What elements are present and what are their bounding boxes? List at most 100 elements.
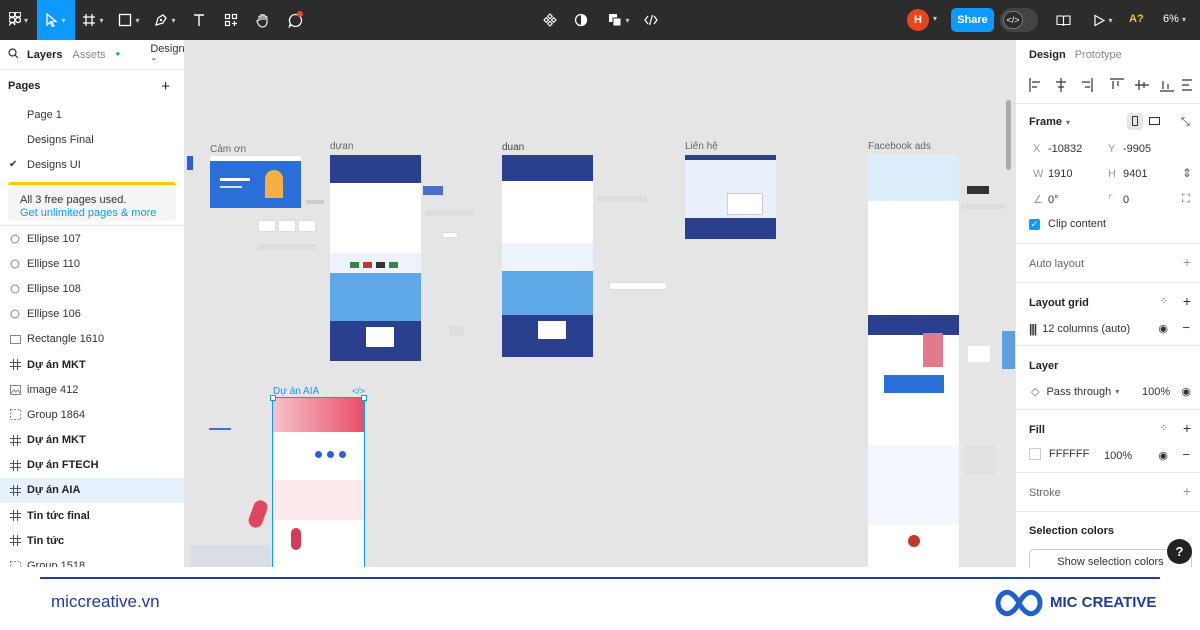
tab-prototype[interactable]: Prototype <box>1075 49 1122 61</box>
blend-mode-select[interactable]: Pass through <box>1046 386 1111 398</box>
layer-item[interactable]: Tin tức <box>0 528 184 553</box>
layer-item[interactable]: Rectangle 1610 <box>0 327 184 352</box>
mask-button[interactable] <box>570 0 592 40</box>
layer-item[interactable]: Dự án FTECH <box>0 453 184 478</box>
frame-label-du-an-aia[interactable]: Dự án AIA <box>273 386 319 397</box>
fill-swatch[interactable] <box>1029 448 1041 460</box>
dev-code-button[interactable] <box>640 0 662 40</box>
layer-item[interactable]: Dự án AIA <box>0 477 184 504</box>
portrait-button[interactable] <box>1127 113 1143 130</box>
frame-label-facebook-ads[interactable]: Facebook ads <box>868 141 931 152</box>
remove-fill-icon[interactable]: − <box>1182 447 1190 462</box>
eye-icon[interactable]: ◉ <box>1181 385 1191 398</box>
pen-tool-button[interactable]: ▾ <box>147 0 183 40</box>
chevron-down-icon[interactable]: ▾ <box>933 14 937 23</box>
independent-corners-icon[interactable]: ⛶ <box>1182 193 1190 206</box>
y-input[interactable]: -9905 <box>1123 143 1151 155</box>
add-auto-layout-icon[interactable]: + <box>1183 254 1191 270</box>
frame-duan-2[interactable] <box>502 155 593 357</box>
add-grid-icon[interactable]: + <box>1183 293 1191 309</box>
user-avatar[interactable]: H <box>907 9 929 31</box>
layer-item[interactable]: Dự án MKT <box>0 428 184 453</box>
frame-cam-on[interactable] <box>210 156 301 208</box>
clip-content-checkbox[interactable]: ✓ <box>1029 218 1040 230</box>
layer-item[interactable]: Group 1518 <box>0 553 184 567</box>
layer-item[interactable]: Ellipse 110 <box>0 251 184 276</box>
frame-facebook-ads[interactable] <box>868 155 959 567</box>
hand-icon <box>256 13 270 28</box>
main-menu-button[interactable]: ▾ <box>0 0 37 40</box>
fill-styles-icon[interactable]: ⁘ <box>1160 423 1168 434</box>
frame-tool-button[interactable]: ▾ <box>75 0 111 40</box>
rotation-input[interactable]: 0° <box>1048 194 1059 206</box>
add-fill-icon[interactable]: + <box>1183 420 1191 436</box>
library-button[interactable] <box>1052 0 1074 40</box>
share-button[interactable]: Share <box>951 8 994 32</box>
page-dropdown[interactable]: Designs... ⌃ <box>150 43 184 67</box>
footer-brand: MIC CREATIVE <box>1050 594 1157 611</box>
frame-label-cam-on[interactable]: Cảm ơn <box>210 144 246 155</box>
grid-value[interactable]: 12 columns (auto) <box>1042 323 1130 335</box>
layer-title: Layer <box>1029 360 1059 372</box>
add-stroke-icon[interactable]: + <box>1183 483 1191 499</box>
tab-design[interactable]: Design <box>1029 49 1066 61</box>
upgrade-link[interactable]: Get unlimited pages & more <box>20 207 176 220</box>
constrain-proportions-icon[interactable]: ⇕ <box>1182 166 1192 180</box>
eye-icon[interactable]: ◉ <box>1158 322 1168 335</box>
canvas-annotation <box>209 428 231 430</box>
component-button[interactable] <box>538 0 562 40</box>
layer-label: Ellipse 106 <box>27 308 81 321</box>
layer-item[interactable]: Group 1864 <box>0 402 184 427</box>
layer-item[interactable]: Ellipse 106 <box>0 302 184 327</box>
fill-opacity-input[interactable]: 100% <box>1104 450 1132 462</box>
layer-item[interactable]: Tin tức final <box>0 503 184 528</box>
page-item-designs-final[interactable]: Designs Final <box>0 127 184 152</box>
columns-icon[interactable]: ||| <box>1029 322 1037 336</box>
radius-input[interactable]: 0 <box>1123 194 1129 206</box>
hand-tool-button[interactable] <box>247 0 279 40</box>
help-button[interactable]: ? <box>1167 539 1192 564</box>
text-tool-button[interactable] <box>183 0 215 40</box>
frame-label-duan-2[interactable]: duan <box>502 142 524 153</box>
tab-assets[interactable]: Assets ● <box>72 49 130 61</box>
layer-opacity-input[interactable]: 100% <box>1142 386 1170 398</box>
tab-layers[interactable]: Layers <box>27 49 62 61</box>
boolean-button[interactable]: ▾ <box>604 0 634 40</box>
width-input[interactable]: 1910 <box>1048 168 1072 180</box>
canvas[interactable]: Cảm ơn dựan duan Liên hệ Facebook ads Dự… <box>185 40 1015 567</box>
fill-hex-input[interactable]: FFFFFF <box>1049 448 1089 460</box>
ai-button[interactable]: A? <box>1129 13 1144 25</box>
frame-lien-he[interactable] <box>685 155 776 239</box>
landscape-icon[interactable] <box>1149 117 1160 125</box>
resize-to-fit-icon[interactable]: ⤡ <box>1181 116 1190 129</box>
frame-label-lien-he[interactable]: Liên hệ <box>685 141 718 152</box>
present-button[interactable]: ▾ <box>1090 0 1116 40</box>
dev-mode-toggle[interactable]: </> <box>1000 8 1038 32</box>
canvas-scrollbar[interactable] <box>1006 100 1011 170</box>
zoom-level[interactable]: 6% ▾ <box>1163 13 1186 25</box>
eye-icon[interactable]: ◉ <box>1158 449 1168 462</box>
align-icons[interactable] <box>1029 78 1199 92</box>
height-input[interactable]: 9401 <box>1123 168 1147 180</box>
x-input[interactable]: -10832 <box>1048 143 1082 155</box>
resources-button[interactable] <box>215 0 247 40</box>
add-page-icon[interactable]: + <box>161 78 170 95</box>
frame-du-an-aia[interactable] <box>270 395 367 567</box>
layer-item[interactable]: Dự án MKT <box>0 352 184 377</box>
comment-tool-button[interactable] <box>279 0 311 40</box>
page-item-designs-ui[interactable]: ✔ Designs UI <box>0 152 184 177</box>
remove-grid-icon[interactable]: − <box>1182 320 1190 335</box>
layer-item[interactable]: image 412 <box>0 377 184 402</box>
layer-item[interactable]: Ellipse 108 <box>0 276 184 301</box>
move-tool-button[interactable]: ▾ <box>37 0 75 40</box>
page-item-page-1[interactable]: Page 1 <box>0 102 184 127</box>
frame-duan-1[interactable] <box>330 155 421 361</box>
frame-label-duan-1[interactable]: dựan <box>330 141 353 152</box>
layer-label: Dự án MKT <box>27 358 86 371</box>
grid-styles-icon[interactable]: ⁘ <box>1160 296 1168 307</box>
search-icon[interactable] <box>8 47 19 62</box>
layer-item[interactable]: Ellipse 107 <box>0 226 184 251</box>
frame-title[interactable]: Frame <box>1029 116 1062 128</box>
shape-tool-button[interactable]: ▾ <box>111 0 147 40</box>
chevron-down-icon[interactable]: ▾ <box>1066 118 1070 127</box>
